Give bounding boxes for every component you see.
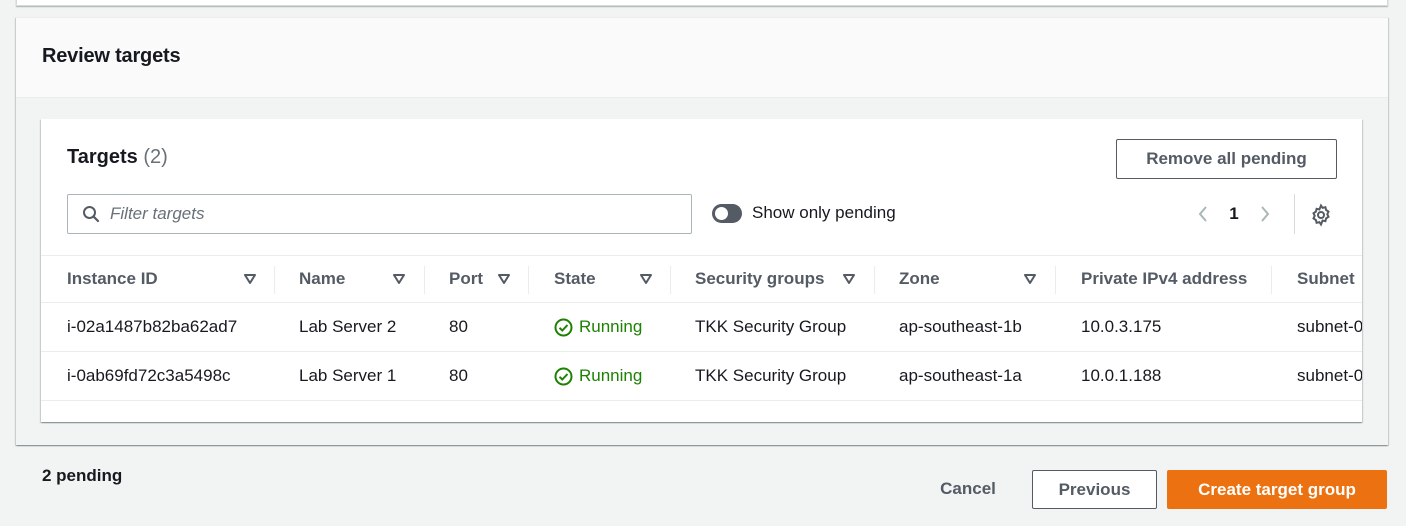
column-divider[interactable]	[274, 266, 275, 294]
table-header: Instance ID Name Port State Security gro…	[41, 255, 1362, 303]
cell-subnet: subnet-0	[1297, 317, 1362, 336]
pagination: 1	[1189, 200, 1279, 228]
next-page-button[interactable]	[1251, 200, 1279, 228]
show-only-pending-label[interactable]: Show only pending	[752, 203, 896, 223]
sort-icon[interactable]	[640, 273, 652, 285]
chevron-left-icon	[1198, 206, 1207, 222]
cell-instance-id: i-0ab69fd72c3a5498c	[67, 366, 231, 385]
sort-icon[interactable]	[244, 273, 256, 285]
chevron-right-icon	[1261, 206, 1270, 222]
column-header-instance-id[interactable]: Instance ID	[67, 256, 158, 302]
create-target-group-button[interactable]: Create target group	[1167, 470, 1387, 509]
cell-port: 80	[449, 317, 468, 336]
cell-name: Lab Server 2	[299, 317, 397, 336]
column-header-state[interactable]: State	[554, 256, 596, 302]
review-targets-header: Review targets	[16, 18, 1388, 98]
review-targets-panel: Review targets Targets (2) Remove all pe…	[16, 17, 1388, 445]
previous-button[interactable]: Previous	[1032, 470, 1157, 509]
column-header-name[interactable]: Name	[299, 256, 345, 302]
cell-zone: ap-southeast-1b	[899, 317, 1022, 336]
column-divider[interactable]	[874, 266, 875, 294]
column-divider[interactable]	[1055, 266, 1056, 294]
targets-heading-label: Targets	[67, 146, 138, 168]
targets-count: (2)	[143, 146, 168, 168]
sort-icon[interactable]	[1024, 273, 1036, 285]
current-page-number[interactable]: 1	[1217, 204, 1251, 224]
cell-name: Lab Server 1	[299, 366, 397, 385]
column-header-private-ipv4[interactable]: Private IPv4 address	[1081, 256, 1247, 302]
table-preferences-button[interactable]	[1309, 203, 1333, 227]
column-divider[interactable]	[424, 266, 425, 294]
review-targets-body: Targets (2) Remove all pending Show only…	[16, 98, 1388, 445]
gear-icon	[1312, 203, 1330, 227]
cell-instance-id: i-02a1487b82ba62ad7	[67, 317, 238, 336]
cell-private-ipv4: 10.0.3.175	[1081, 317, 1162, 336]
targets-heading: Targets (2)	[67, 146, 168, 169]
remove-all-pending-button[interactable]: Remove all pending	[1116, 139, 1337, 179]
column-divider[interactable]	[1271, 266, 1272, 294]
cell-subnet: subnet-0	[1297, 366, 1362, 385]
table-row[interactable]: i-02a1487b82ba62ad7 Lab Server 2 80 Runn…	[41, 303, 1362, 352]
search-icon	[83, 206, 100, 223]
status-running-label: Running	[579, 366, 643, 385]
cell-security-group: TKK Security Group	[695, 366, 847, 385]
targets-table-container: Targets (2) Remove all pending Show only…	[41, 119, 1362, 422]
show-only-pending-toggle[interactable]	[712, 203, 742, 223]
sort-icon[interactable]	[843, 273, 855, 285]
filter-targets-field[interactable]	[67, 194, 692, 234]
table-row[interactable]: i-0ab69fd72c3a5498c Lab Server 1 80 Runn…	[41, 352, 1362, 401]
status-running-label: Running	[579, 317, 643, 336]
pagination-divider	[1294, 194, 1295, 234]
cell-port: 80	[449, 366, 468, 385]
status-running-icon	[554, 367, 573, 385]
cancel-button[interactable]: Cancel	[926, 470, 1010, 508]
filter-targets-input[interactable]	[110, 204, 670, 224]
sort-icon[interactable]	[393, 273, 405, 285]
column-divider[interactable]	[670, 266, 671, 294]
previous-page-button[interactable]	[1189, 200, 1217, 228]
column-divider[interactable]	[528, 266, 529, 294]
previous-section-card	[16, 0, 1388, 6]
column-header-security-groups[interactable]: Security groups	[695, 256, 824, 302]
cell-private-ipv4: 10.0.1.188	[1081, 366, 1162, 385]
sort-icon[interactable]	[498, 273, 510, 285]
review-targets-title: Review targets	[42, 45, 181, 67]
cell-state: Running	[554, 303, 642, 351]
cell-security-group: TKK Security Group	[695, 317, 847, 336]
cell-zone: ap-southeast-1a	[899, 366, 1022, 385]
status-running-icon	[554, 318, 573, 336]
cell-state: Running	[554, 352, 642, 400]
column-header-port[interactable]: Port	[449, 256, 483, 302]
column-header-subnet[interactable]: Subnet	[1297, 256, 1355, 302]
column-header-zone[interactable]: Zone	[899, 256, 940, 302]
show-only-pending-toggle-group[interactable]: Show only pending	[712, 203, 896, 223]
pending-count: 2 pending	[42, 466, 123, 485]
